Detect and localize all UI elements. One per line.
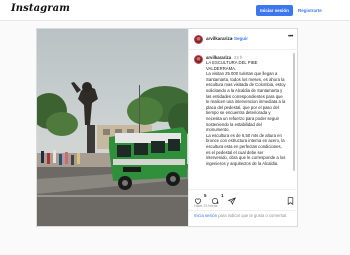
share-icon[interactable] [227,192,236,205]
scrollbar-thumb[interactable] [293,53,295,171]
login-button[interactable]: Iniciar sesión [256,5,293,16]
comments-count: 1 [221,193,224,198]
follow-button[interactable]: Seguir [234,36,248,41]
caption-area[interactable]: arvilkarariza 22 h LA ESCULTURA DEL PIBE… [189,50,298,187]
more-options-icon[interactable]: ••• [288,34,293,40]
post-image[interactable] [37,29,188,226]
login-prompt: Inicia sesión para indicar que te gusta … [189,210,298,226]
top-navigation-bar: Instagram Iniciar sesión Registrarte [0,0,350,21]
login-prompt-link[interactable]: Inicia sesión [194,213,217,218]
signup-link[interactable]: Registrarte [298,5,322,16]
street-scene-image [37,29,188,226]
login-prompt-suffix: para indicar que te gusta o comentar. [217,213,288,218]
post-header: arvilkarariza • Seguir ••• [189,29,298,50]
post-date: Hace 23 horas [194,204,218,208]
post-card: arvilkarariza • Seguir ••• arvilkarariza… [36,28,298,227]
comment-icon[interactable] [211,192,219,204]
caption-text: LA ESCULTURA DEL PIBE VALDERRAMA. La vis… [206,60,286,166]
bookmark-icon[interactable] [287,192,294,205]
separator-dot: • [231,36,233,41]
post-username[interactable]: arvilkarariza [206,36,232,41]
instagram-logo[interactable]: Instagram [11,3,70,14]
post-sidebar: arvilkarariza • Seguir ••• arvilkarariza… [188,29,298,226]
post-actions: 5 1 [189,189,298,205]
likes-count: 5 [204,193,207,198]
caption-avatar[interactable] [194,55,203,64]
caption-scrollbar[interactable] [293,53,295,171]
heart-icon[interactable] [194,192,202,205]
avatar[interactable] [194,35,203,44]
login-prompt-text: Inicia sesión para indicar que te gusta … [194,213,294,218]
